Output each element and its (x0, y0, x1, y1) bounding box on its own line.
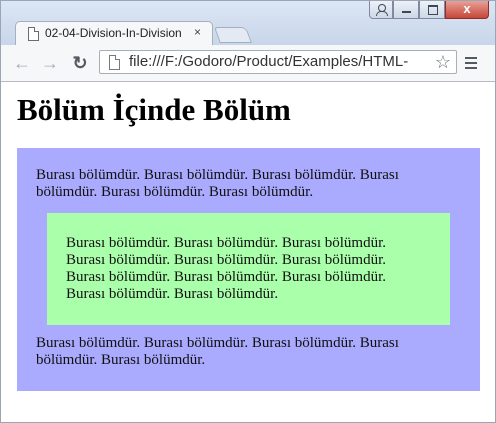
new-tab-button[interactable] (214, 27, 252, 43)
menu-line (465, 57, 477, 59)
window-controls: x (369, 1, 489, 21)
inner-division: Burası bölümdür. Burası bölümdür. Burası… (47, 213, 450, 325)
minimize-button[interactable] (393, 1, 419, 19)
menu-line (465, 62, 477, 64)
browser-tab[interactable]: 02-04-Division-In-Division × (15, 21, 213, 46)
title-bar: 02-04-Division-In-Division × x (1, 1, 495, 46)
close-button[interactable]: x (445, 1, 489, 19)
tab-close-icon[interactable]: × (194, 25, 201, 39)
tab-title: 02-04-Division-In-Division (45, 26, 182, 40)
reload-icon[interactable]: ↻ (69, 52, 91, 74)
page-viewport: Bölüm İçinde Bölüm Burası bölümdür. Bura… (1, 82, 495, 422)
outer-division: Burası bölümdür. Burası bölümdür. Burası… (17, 148, 480, 391)
menu-line (465, 67, 477, 69)
user-icon[interactable] (369, 1, 393, 19)
back-arrow-icon[interactable]: ← (11, 52, 33, 74)
menu-icon[interactable] (465, 57, 477, 72)
outer-paragraph-1: Burası bölümdür. Burası bölümdür. Burası… (36, 167, 399, 200)
page-heading: Bölüm İçinde Bölüm (17, 92, 291, 127)
toolbar: ← → ↻ file:///F:/Godoro/Product/Examples… (1, 45, 495, 82)
address-bar[interactable]: file:///F:/Godoro/Product/Examples/HTML-… (99, 50, 457, 74)
star-icon[interactable]: ☆ (435, 51, 451, 73)
page-icon (109, 55, 120, 70)
forward-arrow-icon[interactable]: → (39, 52, 61, 74)
maximize-button[interactable] (419, 1, 445, 19)
inner-paragraph: Burası bölümdür. Burası bölümdür. Burası… (66, 235, 386, 302)
browser-window: 02-04-Division-In-Division × x ← → ↻ fil… (0, 0, 496, 423)
url-text[interactable]: file:///F:/Godoro/Product/Examples/HTML- (129, 53, 427, 70)
outer-paragraph-2: Burası bölümdür. Burası bölümdür. Burası… (36, 335, 399, 368)
page-icon (28, 27, 39, 41)
